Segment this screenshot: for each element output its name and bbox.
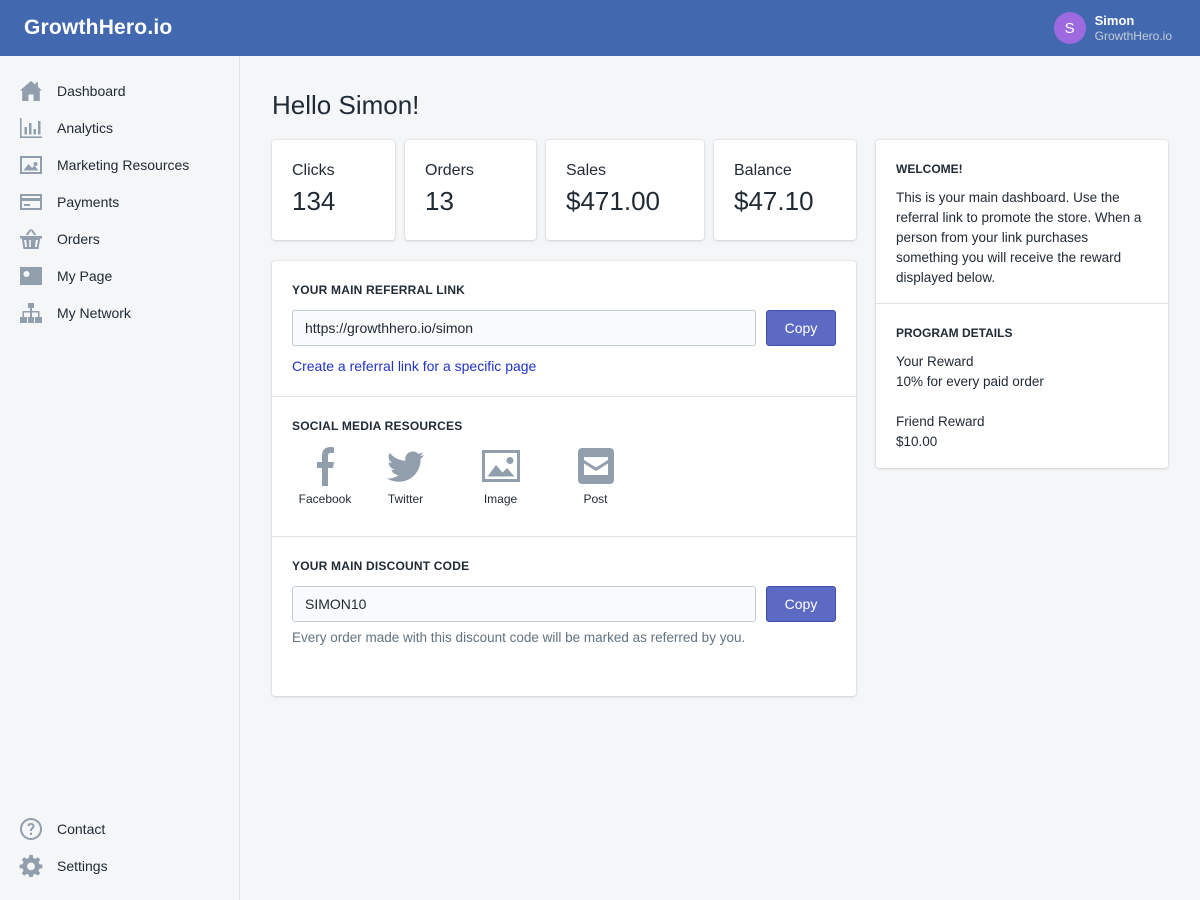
sidebar-item-contact[interactable]: Contact	[0, 810, 239, 847]
create-referral-link[interactable]: Create a referral link for a specific pa…	[292, 358, 536, 374]
stat-card-balance: Balance $47.10	[714, 140, 856, 240]
top-bar: GrowthHero.io S Simon GrowthHero.io	[0, 0, 1200, 56]
your-reward-label: Your Reward	[896, 354, 974, 369]
program-details-section: PROGRAM DETAILS Your Reward 10% for ever…	[876, 304, 1168, 474]
social-item-image[interactable]: Image	[453, 446, 548, 506]
facebook-icon	[317, 447, 334, 486]
discount-help-text: Every order made with this discount code…	[292, 630, 746, 645]
sidebar-item-label: Payments	[57, 193, 120, 210]
stat-value: 134	[292, 186, 336, 216]
resources-card: YOUR MAIN REFERRAL LINK Copy Create a re…	[272, 261, 856, 696]
stat-value: $471.00	[566, 186, 660, 216]
credit-card-icon	[19, 191, 43, 213]
sidebar: Dashboard Analytics Marketing Resources …	[0, 56, 240, 900]
sidebar-item-my-network[interactable]: My Network	[0, 294, 239, 331]
home-icon	[19, 80, 43, 102]
sidebar-item-label: Orders	[57, 230, 100, 247]
discount-input-row: Copy	[292, 586, 836, 622]
copy-discount-button[interactable]: Copy	[766, 586, 836, 622]
welcome-section: WELCOME! This is your main dashboard. Us…	[876, 140, 1168, 304]
user-store: GrowthHero.io	[1094, 28, 1172, 43]
social-item-post[interactable]: Post	[548, 446, 643, 506]
social-label: Twitter	[387, 492, 424, 506]
stat-value: $47.10	[734, 186, 814, 216]
sidebar-item-label: Analytics	[57, 119, 114, 136]
sidebar-item-payments[interactable]: Payments	[0, 183, 239, 220]
sidebar-item-marketing-resources[interactable]: Marketing Resources	[0, 146, 239, 183]
stat-value: 13	[425, 186, 454, 216]
sidebar-bottom-nav: Contact Settings	[0, 810, 239, 884]
social-label: Image	[483, 492, 518, 506]
sidebar-item-label: Contact	[57, 820, 106, 837]
stat-card-sales: Sales $471.00	[546, 140, 704, 240]
discount-section: YOUR MAIN DISCOUNT CODE Copy Every order…	[272, 537, 856, 670]
copy-referral-button[interactable]: Copy	[766, 310, 836, 346]
friend-reward-value: $10.00	[896, 434, 938, 449]
main-content: Hello Simon! Clicks 134 Orders 13 Sales …	[272, 56, 1172, 696]
envelope-icon	[577, 448, 614, 484]
gear-icon	[19, 854, 43, 877]
section-title: YOUR MAIN DISCOUNT CODE	[292, 559, 470, 573]
sidebar-item-label: Marketing Resources	[57, 156, 190, 173]
discount-code-input[interactable]	[292, 586, 756, 622]
avatar[interactable]: S	[1053, 12, 1086, 44]
referral-input-row: Copy	[292, 310, 836, 346]
bar-chart-icon	[19, 117, 43, 139]
network-icon	[19, 302, 43, 324]
sidebar-item-label: Settings	[57, 857, 108, 874]
page-title: Hello Simon!	[272, 90, 420, 120]
stat-label: Balance	[734, 162, 792, 179]
sidebar-item-settings[interactable]: Settings	[0, 847, 239, 884]
section-title: SOCIAL MEDIA RESOURCES	[292, 419, 463, 433]
user-menu[interactable]: S Simon GrowthHero.io	[1053, 12, 1172, 44]
welcome-text: This is your main dashboard. Use the ref…	[896, 190, 1142, 285]
social-item-facebook[interactable]: Facebook	[292, 446, 358, 506]
info-card: WELCOME! This is your main dashboard. Us…	[876, 140, 1168, 468]
social-label: Facebook	[298, 492, 352, 506]
user-info: Simon GrowthHero.io	[1095, 13, 1172, 43]
sidebar-item-label: Dashboard	[57, 82, 126, 99]
friend-reward-label: Friend Reward	[896, 414, 985, 429]
section-title: YOUR MAIN REFERRAL LINK	[292, 283, 466, 297]
twitter-icon	[386, 451, 424, 482]
stat-card-clicks: Clicks 134	[272, 140, 395, 240]
sidebar-item-dashboard[interactable]: Dashboard	[0, 72, 239, 109]
stat-card-orders: Orders 13	[405, 140, 536, 240]
basket-icon	[19, 228, 43, 250]
stat-label: Clicks	[292, 162, 335, 179]
referral-link-input[interactable]	[292, 310, 756, 346]
sidebar-item-analytics[interactable]: Analytics	[0, 109, 239, 146]
social-label: Post	[583, 492, 608, 506]
social-section: SOCIAL MEDIA RESOURCES Facebook Twitter …	[272, 397, 856, 537]
stat-label: Sales	[566, 162, 607, 179]
social-list: Facebook Twitter Image Post	[292, 446, 836, 506]
user-name: Simon	[1094, 13, 1135, 28]
stat-label: Orders	[425, 162, 474, 179]
sidebar-item-my-page[interactable]: My Page	[0, 257, 239, 294]
sidebar-item-label: My Network	[57, 304, 131, 321]
sidebar-item-orders[interactable]: Orders	[0, 220, 239, 257]
question-icon	[19, 817, 43, 840]
profile-card-icon	[19, 265, 43, 287]
welcome-title: WELCOME!	[896, 162, 963, 176]
social-item-twitter[interactable]: Twitter	[358, 446, 453, 506]
your-reward-value: 10% for every paid order	[896, 374, 1044, 389]
referral-section: YOUR MAIN REFERRAL LINK Copy Create a re…	[272, 261, 856, 397]
program-details-title: PROGRAM DETAILS	[896, 326, 1013, 340]
image-icon	[481, 450, 520, 482]
image-icon	[19, 154, 43, 176]
sidebar-nav: Dashboard Analytics Marketing Resources …	[0, 56, 239, 331]
brand-logo[interactable]: GrowthHero.io	[24, 16, 172, 40]
sidebar-item-label: My Page	[57, 267, 113, 284]
